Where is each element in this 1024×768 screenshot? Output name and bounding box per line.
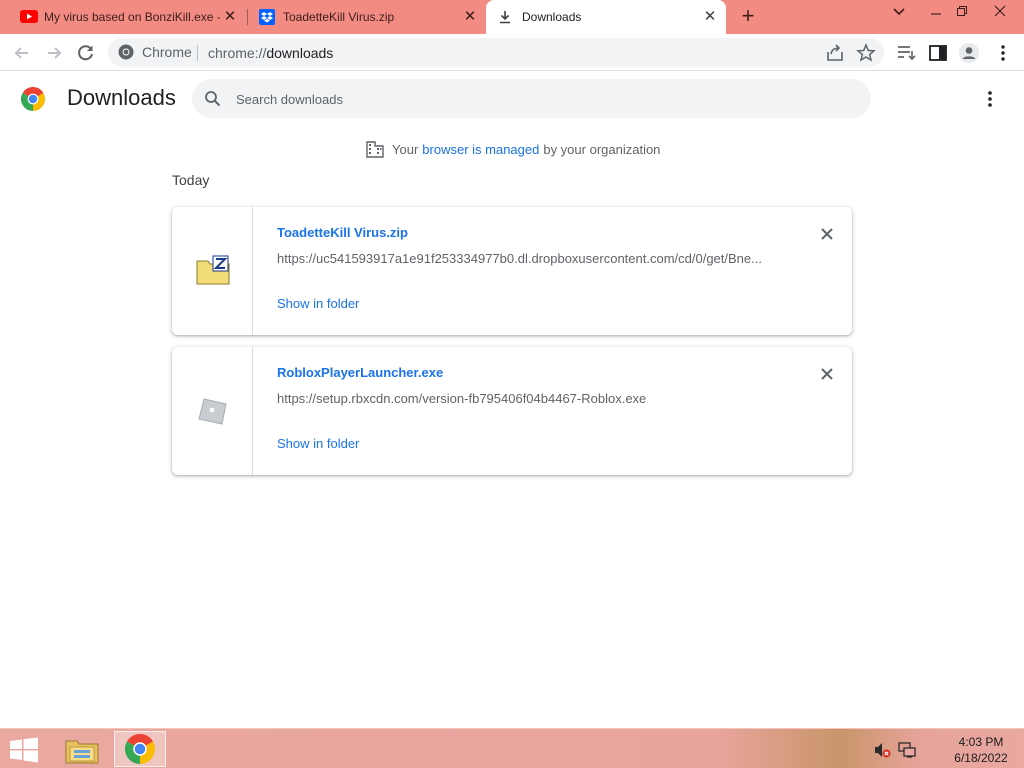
close-tab-button[interactable]: ✕ [462, 9, 478, 25]
reload-icon[interactable] [73, 40, 99, 66]
side-panel-icon[interactable] [927, 42, 949, 64]
file-icon-column [172, 347, 253, 475]
windows-start-icon[interactable] [8, 737, 40, 763]
reading-list-icon[interactable] [895, 42, 917, 64]
search-icon [205, 91, 221, 107]
tab-title: ToadetteKill Virus.zip [283, 10, 395, 24]
site-info-chip[interactable]: Chrome [118, 44, 192, 60]
clock-time: 4:03 PM [958, 735, 1004, 749]
file-explorer-icon [65, 740, 99, 764]
taskbar-file-explorer[interactable] [56, 731, 108, 767]
tab-search-button[interactable] [883, 0, 915, 24]
chrome-icon [125, 734, 155, 764]
close-tab-button[interactable]: ✕ [702, 9, 718, 25]
tab-strip: My virus based on BonziKill.exe - ✕ Toad… [0, 0, 1024, 34]
managed-prefix: Your [392, 141, 419, 157]
profile-avatar-icon[interactable] [958, 42, 980, 64]
address-bar[interactable]: Chrome chrome://downloads [108, 38, 884, 67]
managed-suffix: by your organization [543, 141, 661, 157]
close-tab-button[interactable]: ✕ [222, 9, 238, 25]
tab-title: My virus based on BonziKill.exe - [44, 10, 220, 24]
site-chip-label: Chrome [142, 44, 192, 60]
taskbar-chrome[interactable] [114, 731, 166, 767]
remove-download-icon[interactable] [818, 225, 836, 243]
restore-icon [957, 6, 967, 16]
file-icon-column [172, 207, 253, 335]
file-name-link[interactable]: RobloxPlayerLauncher.exe [277, 365, 443, 380]
download-icon [500, 11, 510, 24]
source-url[interactable]: https://setup.rbxcdn.com/version-fb79540… [277, 391, 777, 406]
managed-link[interactable]: browser is managed [422, 142, 539, 157]
browser-toolbar: Chrome chrome://downloads [0, 34, 1024, 71]
tab-title: Downloads [522, 10, 582, 24]
page-title: Downloads [67, 85, 176, 110]
tab-downloads[interactable]: Downloads ✕ [486, 0, 726, 34]
tab-youtube-video[interactable]: My virus based on BonziKill.exe - ✕ [8, 0, 246, 34]
roblox-icon [198, 398, 227, 425]
show-in-folder-link[interactable]: Show in folder [277, 436, 359, 451]
chip-divider [197, 45, 198, 61]
download-item: ToadetteKill Virus.zip https://uc5415939… [172, 207, 852, 335]
download-item: RobloxPlayerLauncher.exe https://setup.r… [172, 347, 852, 475]
date-header: Today [172, 172, 210, 188]
windows-taskbar: 4:03 PM 6/18/2022 [0, 728, 1024, 768]
url-text: chrome://downloads [208, 45, 334, 61]
close-window-button[interactable] [984, 0, 1016, 24]
zip-file-icon [196, 255, 230, 285]
managed-notice: Your browser is managed by your organiza… [366, 140, 660, 158]
chrome-icon [118, 44, 134, 60]
back-arrow-icon[interactable] [9, 40, 35, 66]
building-icon [366, 141, 384, 158]
tab-dropbox-file[interactable]: ToadetteKill Virus.zip ✕ [250, 0, 486, 34]
network-icon[interactable] [898, 741, 916, 759]
system-clock[interactable]: 4:03 PM 6/18/2022 [946, 734, 1016, 766]
search-input[interactable] [236, 88, 836, 110]
browser-menu-icon[interactable] [992, 42, 1014, 64]
search-downloads-bar[interactable] [192, 79, 871, 118]
clock-date: 6/18/2022 [954, 751, 1008, 765]
chrome-logo-icon [21, 87, 45, 111]
bookmark-star-icon[interactable] [855, 42, 877, 64]
dropbox-icon [259, 9, 275, 25]
new-tab-button[interactable]: + [736, 5, 760, 29]
file-name-link[interactable]: ToadetteKill Virus.zip [277, 225, 408, 240]
forward-arrow-icon[interactable] [41, 40, 67, 66]
remove-download-icon[interactable] [818, 365, 836, 383]
volume-muted-icon[interactable] [873, 741, 891, 759]
close-icon [994, 5, 1006, 17]
chevron-down-icon [893, 8, 905, 16]
share-icon[interactable] [824, 42, 846, 64]
source-url[interactable]: https://uc541593917a1e91f253334977b0.dl.… [277, 251, 777, 266]
minimize-icon [931, 13, 941, 15]
restore-button[interactable] [946, 0, 978, 24]
show-in-folder-link[interactable]: Show in folder [277, 296, 359, 311]
youtube-icon [20, 10, 38, 23]
tab-divider [247, 9, 248, 25]
more-actions-icon[interactable] [980, 88, 1000, 110]
